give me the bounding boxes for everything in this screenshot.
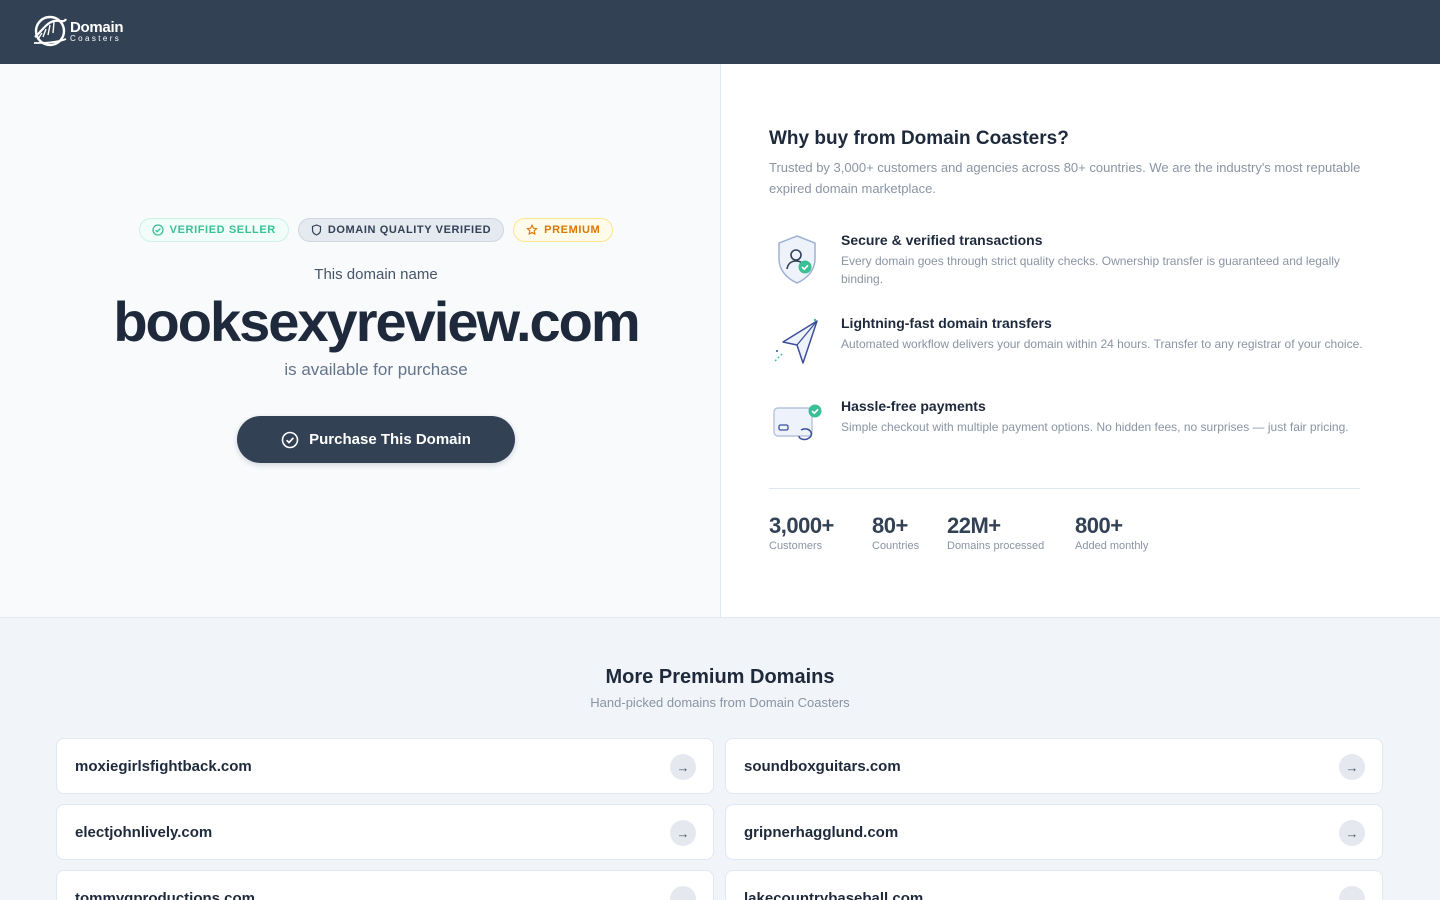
purchase-button-label: Purchase This Domain [309, 431, 471, 448]
stats-divider [769, 488, 1360, 489]
why-buy-panel: Why buy from Domain Coasters? Trusted by… [721, 64, 1440, 617]
logo-line1: Domain [70, 18, 124, 36]
more-domains-title: More Premium Domains [605, 666, 835, 688]
premium-badge: PREMIUM [513, 218, 614, 242]
feature-title: Lightning-fast domain transfers [841, 315, 1052, 331]
secure-user-shield-icon [778, 235, 816, 284]
more-domains-subtitle: Hand-picked domains from Domain Coasters [590, 695, 850, 710]
feature-description: Automated workflow delivers your domain … [841, 337, 1363, 351]
stat-value: 800+ [1075, 513, 1123, 538]
arrow-right-icon[interactable]: → [1339, 886, 1365, 900]
feature-title: Secure & verified transactions [841, 232, 1043, 248]
hero-section: VERIFIED SELLER DOMAIN QUALITY VERIFIED … [0, 64, 1440, 618]
stat-label: Countries [872, 540, 920, 552]
stat-label: Added monthly [1075, 540, 1149, 552]
domain-card[interactable]: gripnerhagglund.com → [725, 804, 1383, 860]
shield-icon [311, 224, 321, 236]
badge-row: VERIFIED SELLER DOMAIN QUALITY VERIFIED … [0, 218, 752, 242]
purchase-domain-button[interactable]: Purchase This Domain [237, 416, 515, 463]
stat-value: 22M+ [947, 513, 1001, 538]
domain-card[interactable]: tommyqproductions.com → [56, 870, 714, 900]
arrow-right-icon[interactable]: → [670, 820, 696, 846]
domain-name-heading: booksexyreview.com [113, 290, 640, 353]
availability-text: is available for purchase [284, 360, 468, 379]
more-premium-domains-section: More Premium Domains Hand-picked domains… [0, 618, 1440, 900]
feature-hassle-free-payments: Hassle-free payments Simple checkout wit… [769, 398, 1369, 462]
badge-label: DOMAIN QUALITY VERIFIED [327, 224, 492, 236]
domain-card-name: lakecountrybaseball.com [744, 890, 924, 900]
domain-card-name: gripnerhagglund.com [744, 824, 899, 841]
domain-intro-label: This domain name [314, 266, 438, 283]
domain-quality-badge: DOMAIN QUALITY VERIFIED [297, 218, 505, 242]
stat-domains-processed: 22M+ Domains processed [947, 512, 1044, 552]
arrow-right-icon[interactable]: → [1339, 754, 1365, 780]
badge-label: VERIFIED SELLER [169, 224, 276, 236]
logo-line2: Coasters [70, 33, 122, 43]
arrow-right-icon[interactable]: → [670, 886, 696, 900]
domain-card-name: moxiegirlsfightback.com [75, 758, 252, 775]
star-icon [526, 224, 538, 235]
stat-added-monthly: 800+ Added monthly [1075, 512, 1148, 552]
why-subtitle: Trusted by 3,000+ customers and agencies… [769, 160, 1361, 196]
top-navigation-bar: Domain Coasters [0, 0, 1440, 64]
domain-card-name: soundboxguitars.com [744, 758, 901, 775]
stat-value: 3,000+ [769, 513, 834, 538]
stat-label: Domains processed [947, 540, 1045, 552]
domain-card[interactable]: lakecountrybaseball.com → [725, 870, 1383, 900]
roller-coaster-logo-icon [33, 15, 67, 47]
domain-card[interactable]: electjohnlively.com → [56, 804, 714, 860]
domain-card[interactable]: moxiegirlsfightback.com → [56, 738, 714, 794]
paper-plane-icon [774, 318, 818, 364]
arrow-right-icon[interactable]: → [1339, 820, 1365, 846]
domain-card-name: electjohnlively.com [75, 824, 213, 841]
badge-label: PREMIUM [544, 224, 601, 236]
verified-seller-badge: VERIFIED SELLER [138, 218, 289, 242]
stat-countries: 80+ Countries [872, 512, 919, 552]
check-circle-icon [281, 431, 299, 448]
stat-value: 80+ [872, 513, 908, 538]
domain-card-name: tommyqproductions.com [75, 890, 256, 900]
feature-description: Every domain goes through strict quality… [841, 254, 1340, 286]
check-circle-icon [152, 224, 164, 236]
feature-title: Hassle-free payments [841, 398, 986, 414]
stat-label: Customers [769, 540, 823, 552]
logo-text: Domain Coasters [70, 18, 124, 43]
domain-offer-panel: VERIFIED SELLER DOMAIN QUALITY VERIFIED … [0, 64, 720, 617]
feature-secure-transactions: Secure & verified transactions Every dom… [769, 232, 1369, 296]
domain-card[interactable]: soundboxguitars.com → [725, 738, 1383, 794]
stat-customers: 3,000+ Customers [769, 512, 834, 552]
payment-card-icon [773, 404, 822, 441]
feature-description: Simple checkout with multiple payment op… [841, 420, 1349, 434]
feature-fast-transfers: Lightning-fast domain transfers Automate… [769, 315, 1369, 379]
logo[interactable]: Domain Coasters [32, 13, 124, 49]
arrow-right-icon[interactable]: → [670, 754, 696, 780]
why-title: Why buy from Domain Coasters? [769, 128, 1069, 149]
